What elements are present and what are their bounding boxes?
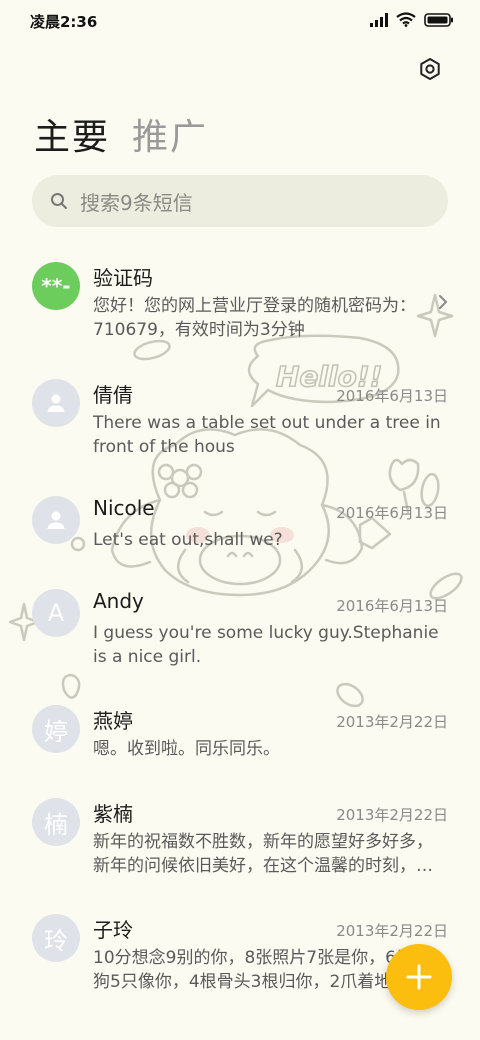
message-preview: 嗯。收到啦。同乐同乐。: [93, 739, 280, 759]
chevron-right-icon: [439, 295, 448, 309]
sender-name: Andy: [93, 589, 144, 613]
settings-gear-icon: [420, 58, 440, 80]
avatar: **-: [32, 262, 80, 310]
avatar: [32, 496, 80, 544]
search-placeholder: 搜索9条短信: [80, 190, 193, 215]
avatar-text: 玲: [44, 926, 68, 955]
message-preview: There was a table set out under a tree i…: [93, 413, 441, 457]
plus-icon: [406, 964, 432, 990]
message-date: 2016年6月13日: [336, 504, 448, 522]
avatar: [32, 379, 80, 427]
status-bar: 凌晨2:36: [0, 0, 480, 42]
avatar: 玲: [32, 914, 80, 962]
avatar-text: 楠: [44, 810, 68, 839]
search-icon: [50, 192, 68, 210]
person-icon: [47, 394, 65, 412]
avatar-text: A: [47, 599, 65, 627]
conversation-item[interactable]: 楠 紫楠 2013年2月22日 新年的祝福数不胜数，新年的愿望好多好多，新年的问…: [0, 786, 480, 896]
sender-name: 验证码: [93, 266, 153, 290]
sender-name: 子玲: [93, 918, 133, 942]
search-bar[interactable]: 搜索9条短信: [32, 175, 448, 227]
avatar: A: [32, 589, 80, 637]
status-time: 凌晨2:36: [30, 13, 98, 31]
message-date: 2013年2月22日: [336, 922, 448, 940]
message-date: 2016年6月13日: [336, 387, 448, 405]
status-icons: [370, 12, 454, 27]
message-preview: Let's eat out,shall we?: [93, 530, 283, 550]
sender-name: Nicole: [93, 496, 155, 520]
conversation-item[interactable]: 倩倩 2016年6月13日 There was a table set out …: [0, 367, 480, 477]
settings-button[interactable]: [416, 55, 444, 83]
new-message-button[interactable]: [386, 944, 452, 1010]
message-preview: I guess you're some lucky guy.Stephanie …: [93, 623, 439, 667]
conversation-item[interactable]: **- 验证码 您好！您的网上营业厅登录的随机密码为：710679，有效时间为3…: [0, 250, 480, 360]
avatar: 婷: [32, 705, 80, 753]
conversation-item[interactable]: A Andy 2016年6月13日 I guess you're some lu…: [0, 577, 480, 687]
wifi-icon: [396, 12, 416, 27]
message-preview: 您好！您的网上营业厅登录的随机密码为：710679，有效时间为3分钟: [93, 296, 416, 340]
sender-name: 紫楠: [93, 802, 133, 826]
message-date: 2013年2月22日: [336, 806, 448, 824]
message-date: 2013年2月22日: [336, 713, 448, 731]
avatar-text: 婷: [44, 717, 68, 746]
signal-icon: [370, 12, 388, 27]
avatar: 楠: [32, 798, 80, 846]
tab-main[interactable]: 主要: [34, 108, 110, 160]
sender-name: 倩倩: [93, 383, 133, 407]
message-preview: 新年的祝福数不胜数，新年的愿望好多好多，新年的问候依旧美好，在这个温馨的时刻，…: [93, 832, 433, 876]
tab-promotions[interactable]: 推广: [132, 108, 208, 160]
battery-icon: [424, 12, 453, 27]
message-date: 2016年6月13日: [336, 597, 448, 615]
avatar-text: **-: [41, 274, 71, 298]
tab-bar: 主要 推广: [34, 108, 208, 160]
sender-name: 燕婷: [93, 709, 133, 733]
person-icon: [47, 511, 65, 529]
